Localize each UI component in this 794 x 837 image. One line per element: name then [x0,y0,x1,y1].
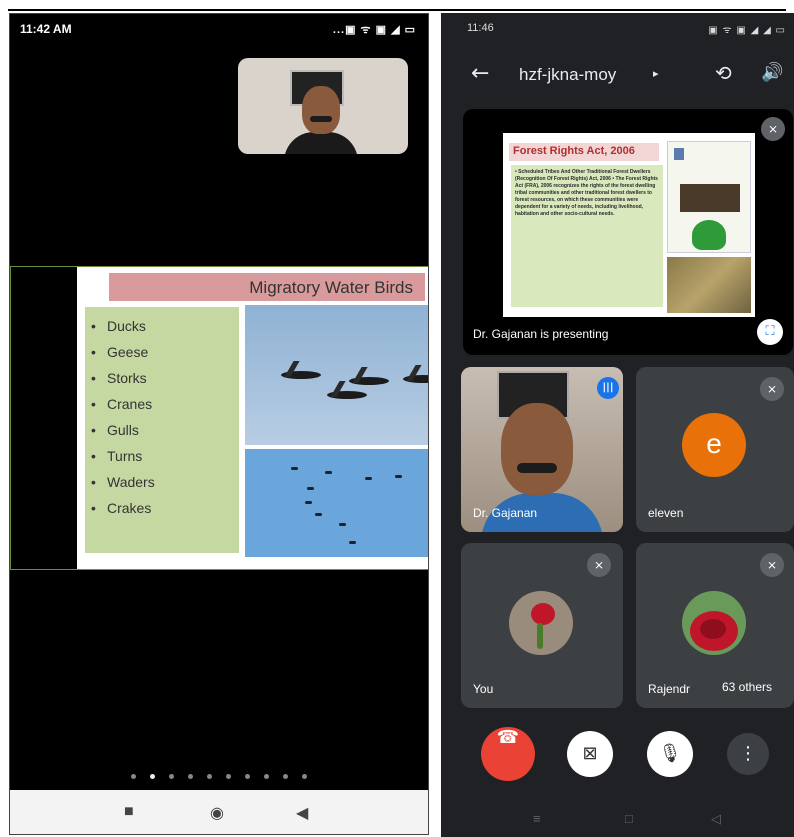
status-bar: 11:42 AM ...▣ ᯤ ▣ ◢ ▭ [10,14,428,46]
caret-right-icon[interactable]: ▸ [653,67,659,80]
mic-off-icon: ⨯ [760,377,784,401]
nav-bar: ■ ◉ ◀ [10,790,428,834]
speaker-icon[interactable]: 🔊 [761,62,783,83]
shared-slide-text: • Scheduled Tribes And Other Traditional… [511,165,663,307]
bird-list: • Ducks • Geese • Storks • Cranes • Gulls • Tu… [85,307,239,553]
slide-title: Migratory Water Birds [109,273,425,301]
mic-off-button[interactable]: 🎙 [647,731,693,777]
back-icon[interactable]: ◀ [296,803,308,823]
status-bar: 11:46 ▣ ᯤ ▣ ◢ ◢ ▭ [441,13,794,43]
back-icon[interactable]: ◁ [711,811,721,827]
participant-tile-you[interactable]: ⨯ You [461,543,623,708]
switch-camera-icon[interactable]: ⟲ [715,61,732,85]
meet-app-bar: ← hzf-jkna-moy ▸ ⟲ 🔊 [441,57,794,93]
list-item: • Waders [91,474,155,490]
presenting-label: Dr. Gajanan is presenting [473,327,609,341]
status-icons: ...▣ ᯤ ▣ ◢ ▭ [332,24,416,36]
mic-off-icon: ⨯ [761,117,785,141]
shared-slide-title: Forest Rights Act, 2006 [509,143,659,161]
list-item: • Gulls [91,422,139,438]
status-time: 11:46 [467,22,494,34]
avatar: e [682,413,746,477]
recents-icon[interactable]: ■ [124,803,134,821]
others-count-badge[interactable]: 63 others [705,673,789,701]
self-video-pip[interactable] [238,58,408,154]
camera-off-button[interactable]: ⊠ [567,731,613,777]
participant-name: You [473,682,494,696]
home-icon[interactable]: ◉ [210,803,224,823]
shirt [284,132,358,154]
nav-bar: ≡ □ ◁ [441,803,794,837]
divider [8,9,786,11]
list-item: • Ducks [91,318,146,334]
back-arrow-icon[interactable]: ← [471,61,489,86]
forest-photo [667,257,751,313]
end-call-button[interactable]: ☎ [481,727,535,781]
participant-name: eleven [648,506,684,520]
list-item: • Cranes [91,396,153,412]
slide-left-bar [11,267,77,569]
list-item: • Crakes [91,500,152,516]
avatar [682,591,746,655]
mustache [310,116,332,122]
more-options-button[interactable]: ⋮ [727,733,769,775]
act-cover-image [667,141,751,253]
phone-left: 11:42 AM ...▣ ᯤ ▣ ◢ ▭ Migratory Water Bi… [9,13,429,835]
top-strip [0,0,794,12]
page-indicator [10,766,428,784]
mic-off-icon: ⨯ [587,553,611,577]
fullscreen-icon[interactable]: ⛶ [757,319,783,345]
phone-right: 11:46 ▣ ᯤ ▣ ◢ ◢ ▭ ← hzf-jkna-moy ▸ ⟲ 🔊 F… [441,13,794,837]
shared-slide: Forest Rights Act, 2006 • Scheduled Trib… [503,133,755,317]
participant-name: Dr. Gajanan [473,506,538,520]
speaking-indicator-icon: ||| [597,377,619,399]
menu-icon[interactable]: ≡ [533,811,541,826]
mic-off-icon: ⨯ [760,553,784,577]
status-time: 11:42 AM [20,22,72,36]
participant-name: Rajendr [648,682,691,696]
presentation-slide: Migratory Water Birds • Ducks • Geese • Sto… [10,266,428,570]
presentation-tile[interactable]: Forest Rights Act, 2006 • Scheduled Trib… [463,109,793,355]
list-item: • Storks [91,370,147,386]
meeting-code[interactable]: hzf-jkna-moy [519,65,616,85]
participant-tile-gajanan[interactable]: ||| Dr. Gajanan [461,367,623,532]
geese-flying-image [245,305,428,445]
status-icons: ▣ ᯤ ▣ ◢ ◢ ▭ [708,25,786,36]
list-item: • Geese [91,344,149,360]
participant-tile-eleven[interactable]: ⨯ e eleven [636,367,794,532]
person-face [302,86,340,134]
avatar [509,591,573,655]
bird-flock-image [245,449,428,557]
list-item: • Turns [91,448,143,464]
home-icon[interactable]: □ [625,811,633,826]
